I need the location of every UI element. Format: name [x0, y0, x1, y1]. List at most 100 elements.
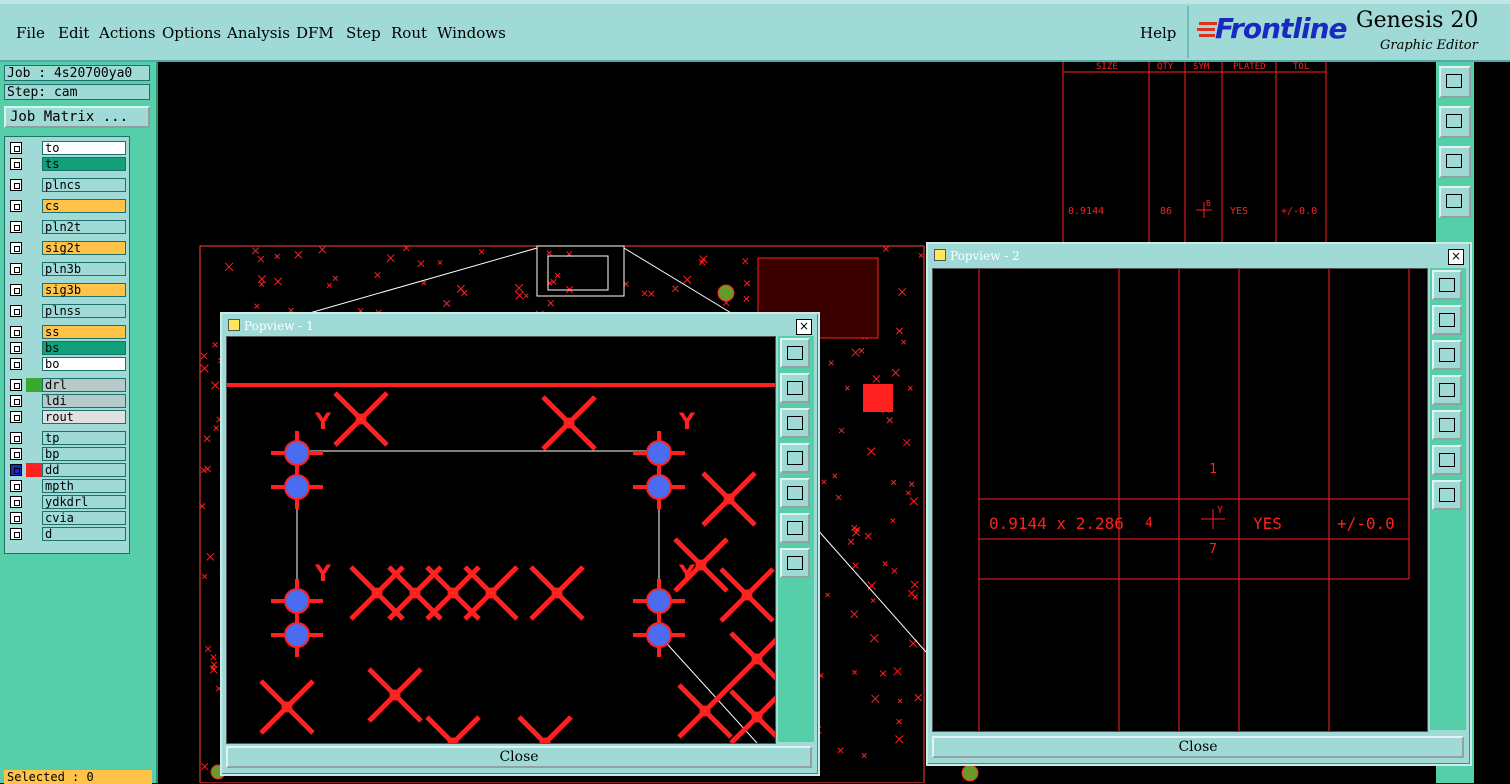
layer-row-d[interactable]: d [8, 527, 126, 541]
layer-row-sig2t[interactable]: sig2t [8, 241, 126, 255]
popview-2-canvas[interactable]: 1 0.9144 x 2.286 4 Y YES +/-0.0 7 [932, 268, 1428, 732]
layer-visibility-checkbox[interactable] [10, 464, 22, 476]
popview-1-canvas[interactable]: Y Y Y Y [226, 336, 776, 744]
layer-row-plncs[interactable]: plncs [8, 178, 126, 192]
menu-file[interactable]: File [16, 24, 45, 42]
popview-2-titlebar[interactable]: Popview - 2 × [930, 246, 1468, 265]
layer-row-cvia[interactable]: cvia [8, 511, 126, 525]
layer-row-bp[interactable]: bp [8, 447, 126, 461]
layer-name-label: sig3b [42, 283, 126, 297]
layer-visibility-checkbox[interactable] [10, 263, 22, 275]
popview-1-titlebar[interactable]: Popview - 1 × [224, 316, 816, 335]
drill-hit-center [281, 701, 293, 713]
layer-visibility-checkbox[interactable] [10, 242, 22, 254]
drill-hit [907, 589, 916, 597]
layer-row-sig3b[interactable]: sig3b [8, 283, 126, 297]
layer-row-drl[interactable]: drl [8, 378, 126, 392]
layer-row-ldi[interactable]: ldi [8, 394, 126, 408]
layer-visibility-checkbox[interactable] [10, 496, 22, 508]
layer-row-ydkdrl[interactable]: ydkdrl [8, 495, 126, 509]
drill-hit [866, 447, 876, 456]
layer-row-to[interactable]: to [8, 141, 126, 155]
zoom-out-button[interactable] [1432, 480, 1462, 510]
layer-visibility-checkbox[interactable] [10, 395, 22, 407]
drill-hit [437, 260, 443, 266]
menu-windows[interactable]: Windows [437, 24, 506, 42]
pan-left-button[interactable] [1432, 375, 1462, 405]
layer-visibility-checkbox[interactable] [10, 342, 22, 354]
popview-2-close-button[interactable]: Close [932, 736, 1464, 758]
layer-visibility-checkbox[interactable] [10, 142, 22, 154]
zoom-out-icon [1439, 488, 1455, 502]
pan-left-button[interactable] [780, 443, 810, 473]
pan-right-icon [1439, 418, 1455, 432]
layer-visibility-checkbox[interactable] [10, 179, 22, 191]
layer-row-plnss[interactable]: plnss [8, 304, 126, 318]
drill-header-qty: QTY [1157, 62, 1174, 72]
popview-2-title: Popview - 2 [950, 249, 1020, 263]
layer-visibility-checkbox[interactable] [10, 432, 22, 444]
menu-rout[interactable]: Rout [391, 24, 427, 42]
pan-down-button[interactable] [1432, 340, 1462, 370]
drill-header-size: SIZE [1096, 62, 1118, 72]
layer-row-mpth[interactable]: mpth [8, 479, 126, 493]
close-icon[interactable]: × [1448, 249, 1464, 265]
layer-row-dd[interactable]: dd [8, 463, 126, 477]
layer-visibility-checkbox[interactable] [10, 284, 22, 296]
layer-name-label: to [42, 141, 126, 155]
layer-visibility-checkbox[interactable] [10, 326, 22, 338]
fit-view-button[interactable] [1439, 146, 1471, 178]
pan-down-button[interactable] [780, 408, 810, 438]
zoom-fit-button[interactable] [780, 513, 810, 543]
menu-help[interactable]: Help [1140, 24, 1176, 42]
layer-row-pln2t[interactable]: pln2t [8, 220, 126, 234]
layer-visibility-checkbox[interactable] [10, 528, 22, 540]
pan-right-button[interactable] [780, 478, 810, 508]
zoom-fit-button[interactable] [1432, 445, 1462, 475]
pad [961, 764, 979, 782]
view-left-button[interactable] [1439, 106, 1471, 138]
drill-hit [200, 467, 207, 474]
layer-row-cs[interactable]: cs [8, 199, 126, 213]
layer-visibility-checkbox[interactable] [10, 158, 22, 170]
menu-dfm[interactable]: DFM [296, 24, 334, 42]
layer-row-ss[interactable]: ss [8, 325, 126, 339]
layer-visibility-checkbox[interactable] [10, 480, 22, 492]
layer-visibility-checkbox[interactable] [10, 358, 22, 370]
popview-1-close-button[interactable]: Close [226, 746, 812, 768]
menu-actions[interactable]: Actions [99, 24, 155, 42]
layer-visibility-checkbox[interactable] [10, 512, 22, 524]
drill-hit [274, 277, 282, 286]
layer-row-bo[interactable]: bo [8, 357, 126, 371]
layer-visibility-checkbox[interactable] [10, 200, 22, 212]
window-menu-icon[interactable] [934, 249, 946, 261]
menu-edit[interactable]: Edit [58, 24, 89, 42]
pan-up-button[interactable] [780, 373, 810, 403]
layer-visibility-checkbox[interactable] [10, 221, 22, 233]
zoom-out-button[interactable] [780, 548, 810, 578]
view-top-button[interactable] [1439, 66, 1471, 98]
layer-color-swatch [26, 157, 42, 171]
layer-visibility-checkbox[interactable] [10, 411, 22, 423]
measure-tool-button[interactable] [1439, 186, 1471, 218]
drill-hit [203, 435, 211, 443]
pan-right-button[interactable] [1432, 410, 1462, 440]
pan-up-button[interactable] [1432, 305, 1462, 335]
layer-row-bs[interactable]: bs [8, 341, 126, 355]
menu-analysis[interactable]: Analysis [227, 24, 290, 42]
window-menu-icon[interactable] [228, 319, 240, 331]
menu-options[interactable]: Options [162, 24, 221, 42]
layer-visibility-checkbox[interactable] [10, 448, 22, 460]
layer-row-pln3b[interactable]: pln3b [8, 262, 126, 276]
menu-step[interactable]: Step [346, 24, 381, 42]
close-icon[interactable]: × [796, 319, 812, 335]
layer-visibility-checkbox[interactable] [10, 379, 22, 391]
job-matrix-button[interactable]: Job Matrix ... [4, 106, 150, 128]
layer-row-ts[interactable]: ts [8, 157, 126, 171]
layer-visibility-checkbox[interactable] [10, 305, 22, 317]
zoom-in-button[interactable] [780, 338, 810, 368]
layer-row-tp[interactable]: tp [8, 431, 126, 445]
layer-row-rout[interactable]: rout [8, 410, 126, 424]
drill-hit [864, 532, 872, 540]
zoom-in-button[interactable] [1432, 270, 1462, 300]
